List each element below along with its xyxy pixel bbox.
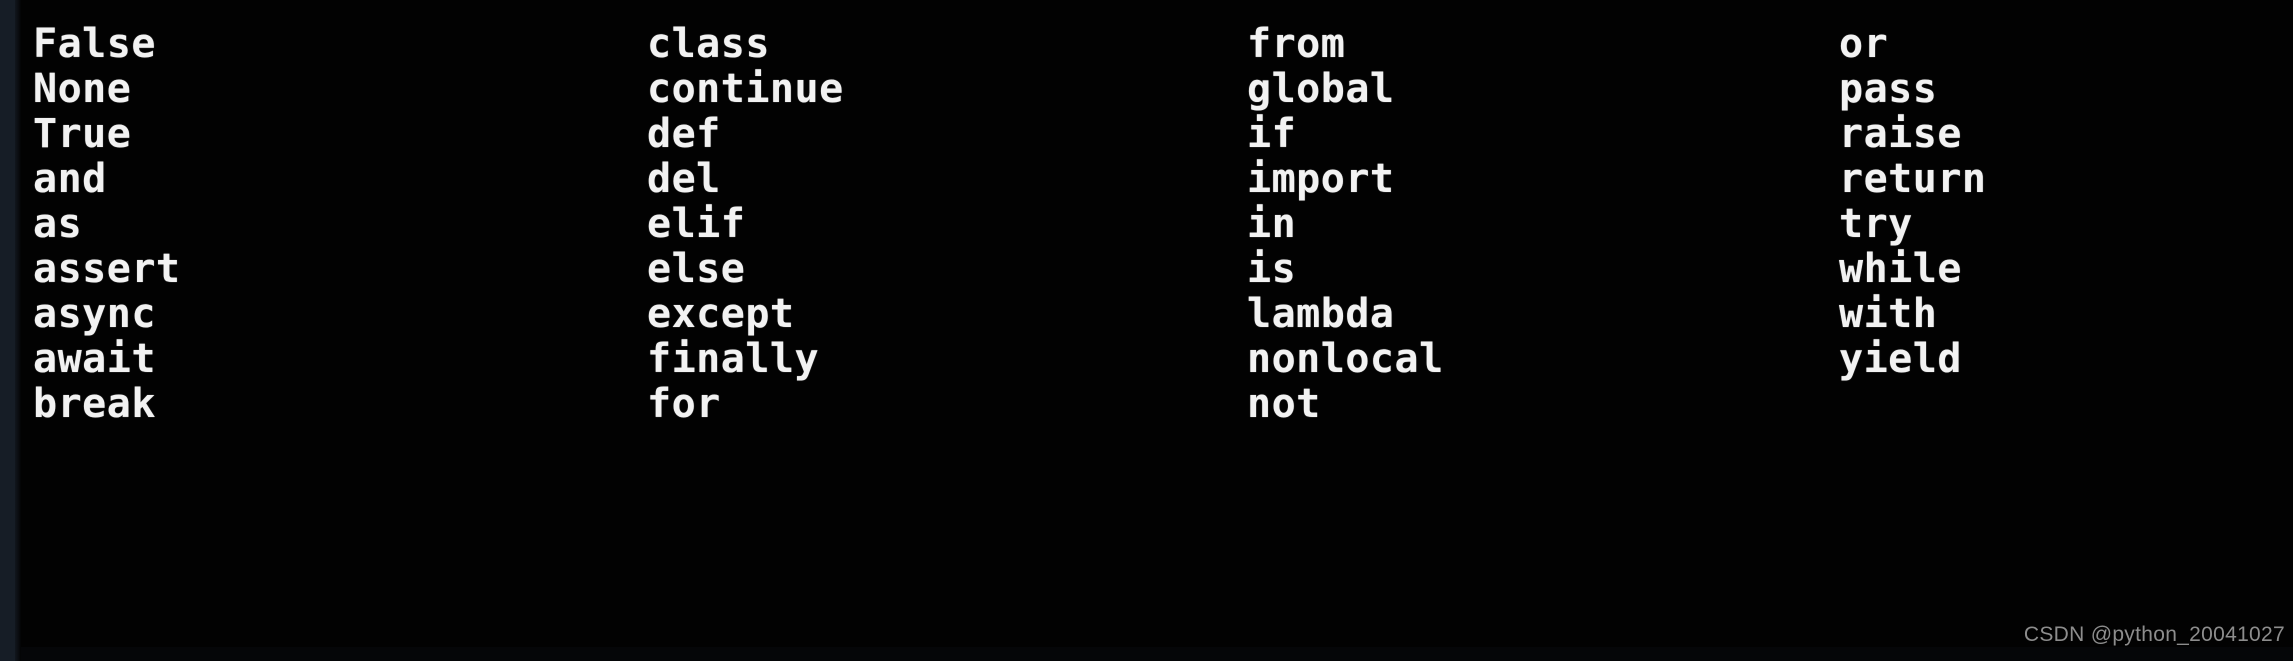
keyword-item: global [1247, 66, 1395, 112]
keyword-item: nonlocal [1247, 336, 1444, 382]
keyword-item: import [1247, 156, 1395, 202]
keyword-item: yield [1839, 336, 1962, 382]
keyword-item: raise [1839, 111, 1962, 157]
keyword-item: finally [647, 336, 820, 382]
keyword-column-2: class continue def del elif else except … [647, 22, 844, 427]
csdn-watermark: CSDN @python_20041027 [2023, 623, 2285, 646]
keyword-item: def [647, 111, 721, 157]
keyword-item: for [647, 381, 721, 427]
keyword-item: as [33, 201, 83, 247]
keyword-item: with [1839, 291, 1938, 337]
keyword-item: class [647, 21, 770, 67]
python-keyword-grid: False None True and as assert async awai… [0, 0, 2293, 661]
keyword-item: None [33, 66, 132, 112]
keyword-item: del [647, 156, 721, 202]
keyword-column-1: False None True and as assert async awai… [33, 22, 181, 427]
keyword-item: async [33, 291, 156, 337]
keyword-item: and [33, 156, 107, 202]
keyword-item: continue [647, 66, 844, 112]
keyword-item: except [647, 291, 795, 337]
keyword-item: from [1247, 21, 1346, 67]
keyword-item: assert [33, 246, 181, 292]
keyword-item: return [1839, 156, 1987, 202]
keyword-item: else [647, 246, 746, 292]
keyword-item: or [1839, 21, 1889, 67]
keyword-item: pass [1839, 66, 1938, 112]
keyword-listing-screenshot: False None True and as assert async awai… [0, 0, 2293, 661]
keyword-column-4: or pass raise return try while with yiel… [1839, 22, 1987, 382]
keyword-item: in [1247, 201, 1297, 247]
keyword-item: break [33, 381, 156, 427]
keyword-column-3: from global if import in is lambda nonlo… [1247, 22, 1444, 427]
keyword-item: lambda [1247, 291, 1395, 337]
keyword-item: await [33, 336, 156, 382]
keyword-item: not [1247, 381, 1321, 427]
keyword-item: False [33, 21, 156, 67]
keyword-item: while [1839, 246, 1962, 292]
keyword-item: True [33, 111, 132, 157]
keyword-item: is [1247, 246, 1297, 292]
keyword-item: if [1247, 111, 1297, 157]
keyword-item: elif [647, 201, 746, 247]
keyword-item: try [1839, 201, 1913, 247]
bottom-edge-band [21, 647, 2293, 661]
